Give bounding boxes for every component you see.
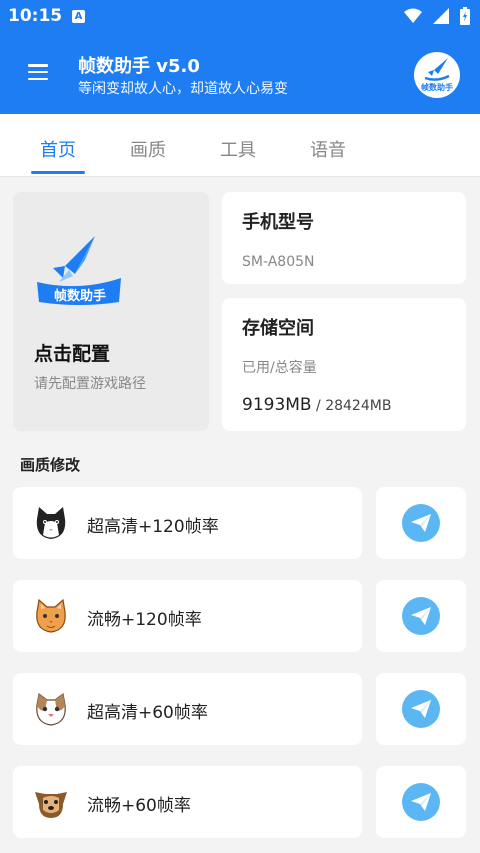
active-tab-indicator [31,171,85,174]
app-bar: 帧数助手 v5.0 等闲变却故人心，却道故人心易变 帧数助手 [0,34,480,114]
menu-icon[interactable] [28,64,48,81]
phone-model-value: SM-A805N [242,254,315,270]
app-title: 帧数助手 v5.0 [78,56,200,77]
config-card[interactable]: 帧数助手 点击配置 请先配置游戏路径 [13,192,209,431]
app-logo-text: 帧数助手 [421,83,453,92]
storage-total: / 28424MB [311,398,392,414]
tab-home[interactable]: 首页 [40,136,76,162]
config-subtitle: 请先配置游戏路径 [34,376,146,392]
config-logo-text: 帧数助手 [53,289,106,304]
tab-bar: 首页 画质 工具 语音 [0,114,480,177]
send-icon [411,793,431,811]
status-icons [398,7,470,29]
storage-value: 9193MB / 28424MB [242,395,391,415]
send-icon [411,700,431,718]
app-subtitle: 等闲变却故人心，却道故人心易变 [78,81,288,97]
section-title: 画质修改 [20,456,81,474]
quality-label: 超高清+120帧率 [87,517,219,537]
notification-icon: A [72,10,85,23]
tab-voice[interactable]: 语音 [310,136,346,162]
wifi-icon [403,8,422,28]
apply-quality-button[interactable] [376,673,466,745]
storage-card: 存储空间 已用/总容量 9193MB / 28424MB [222,298,466,431]
dog-icon [33,784,69,820]
apply-quality-button[interactable] [376,487,466,559]
apply-quality-button[interactable] [376,580,466,652]
storage-title: 存储空间 [242,318,314,339]
status-bar: 10:15 A [0,0,480,34]
signal-icon [432,8,449,28]
quality-item[interactable]: 流畅+60帧率 [13,766,362,838]
rocket-icon [424,58,450,81]
status-time: 10:15 [8,6,63,26]
quality-label: 超高清+60帧率 [87,703,208,723]
send-icon [411,607,431,625]
phone-model-title: 手机型号 [242,212,314,233]
quality-label: 流畅+120帧率 [87,610,202,630]
storage-label: 已用/总容量 [242,360,317,376]
black-white-cat-icon [33,505,69,541]
quality-item[interactable]: 超高清+120帧率 [13,487,362,559]
tab-quality[interactable]: 画质 [130,136,166,162]
tab-tools[interactable]: 工具 [220,136,256,162]
apply-quality-button[interactable] [376,766,466,838]
storage-used: 9193MB [242,395,312,415]
config-title: 点击配置 [34,343,111,365]
quality-item[interactable]: 流畅+120帧率 [13,580,362,652]
rocket-logo-icon: 帧数助手 [33,234,125,306]
phone-model-card: 手机型号 SM-A805N [222,192,466,284]
quality-label: 流畅+60帧率 [87,796,191,816]
battery-icon [460,7,470,29]
orange-cat-icon [33,598,69,634]
brown-white-cat-icon [33,691,69,727]
app-logo-avatar[interactable]: 帧数助手 [414,52,460,98]
send-icon [411,514,431,532]
quality-item[interactable]: 超高清+60帧率 [13,673,362,745]
